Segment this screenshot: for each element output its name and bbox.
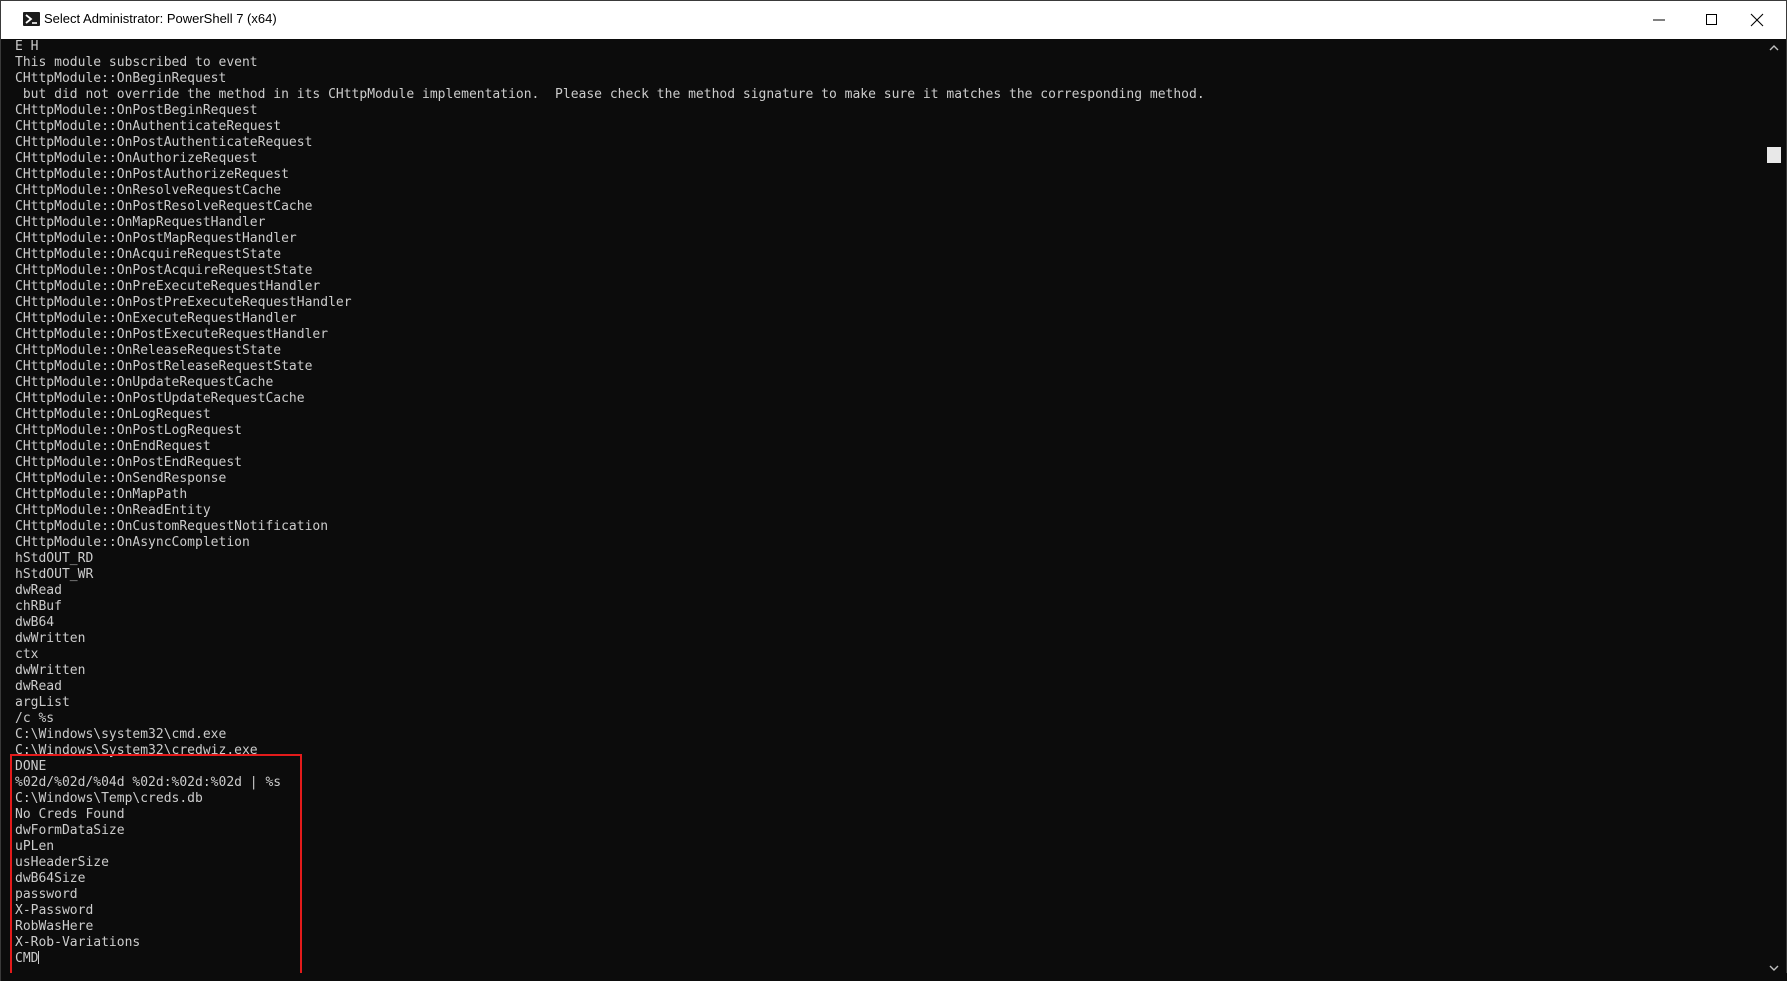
- console-line: password: [15, 887, 78, 902]
- console-line: CHttpModule::OnCustomRequestNotification: [15, 519, 329, 534]
- console-line: chRBuf: [15, 599, 62, 614]
- console-line: CMD: [15, 951, 40, 966]
- minimize-button[interactable]: [1636, 1, 1682, 39]
- console-line: CHttpModule::OnAsyncCompletion: [15, 535, 250, 550]
- console-line: CHttpModule::OnReleaseRequestState: [15, 343, 282, 358]
- console-line: CHttpModule::OnAuthorizeRequest: [15, 151, 258, 166]
- console-line: CHttpModule::OnMapPath: [15, 487, 188, 502]
- console-line: uPLen: [15, 839, 55, 854]
- maximize-icon: [1706, 14, 1717, 25]
- console-line: CHttpModule::OnPostReleaseRequestState: [15, 359, 313, 374]
- console-line: CHttpModule::OnPostAcquireRequestState: [15, 263, 313, 278]
- console-line: dwWritten: [15, 631, 86, 646]
- console-line: dwB64Size: [15, 871, 86, 886]
- console-lines: E H This module subscribed to event CHttpM…: [15, 39, 1205, 967]
- console-line: /c %s: [15, 711, 55, 726]
- console-line: CHttpModule::OnSendResponse: [15, 471, 227, 486]
- console-line: CHttpModule::OnAcquireRequestState: [15, 247, 282, 262]
- window-bottom-edge: [1, 973, 1787, 981]
- console-line: dwWritten: [15, 663, 86, 678]
- vertical-scrollbar[interactable]: [1763, 39, 1785, 973]
- console-line: CHttpModule::OnPostExecuteRequestHandler: [15, 327, 329, 342]
- close-icon: [1750, 13, 1764, 27]
- console-line: CHttpModule::OnReadEntity: [15, 503, 211, 518]
- close-button[interactable]: [1734, 1, 1780, 39]
- scrollbar-thumb[interactable]: [1767, 147, 1781, 163]
- console-line: X-Rob-Variations: [15, 935, 141, 950]
- console-line: CHttpModule::OnPostBeginRequest: [15, 103, 258, 118]
- console-line: CHttpModule::OnEndRequest: [15, 439, 211, 454]
- console-line: CHttpModule::OnPostMapRequestHandler: [15, 231, 297, 246]
- scroll-down-arrow[interactable]: [1767, 959, 1781, 971]
- console-line: CHttpModule::OnPostUpdateRequestCache: [15, 391, 305, 406]
- console-line: No Creds Found: [15, 807, 125, 822]
- maximize-button[interactable]: [1689, 1, 1735, 39]
- console-line: dwRead: [15, 583, 62, 598]
- console-line: CHttpModule::OnBeginRequest: [15, 71, 227, 86]
- console-line: CHttpModule::OnPostAuthenticateRequest: [15, 135, 313, 150]
- console-line: CHttpModule::OnResolveRequestCache: [15, 183, 282, 198]
- console-line: CHttpModule::OnPostPreExecuteRequestHand…: [15, 295, 352, 310]
- console-line: CHttpModule::OnPostResolveRequestCache: [15, 199, 313, 214]
- console-output[interactable]: E H This module subscribed to event CHttpM…: [1, 39, 1761, 973]
- console-line: C:\Windows\system32\cmd.exe: [15, 727, 227, 742]
- console-line: CHttpModule::OnUpdateRequestCache: [15, 375, 274, 390]
- console-line: CHttpModule::OnPostEndRequest: [15, 455, 242, 470]
- console-line: argList: [15, 695, 70, 710]
- console-line: CHttpModule::OnMapRequestHandler: [15, 215, 266, 230]
- console-line: hStdOUT_WR: [15, 567, 94, 582]
- powershell-icon[interactable]: [23, 12, 40, 26]
- console-line: CHttpModule::OnPostLogRequest: [15, 423, 242, 438]
- console-line: C:\Windows\Temp\creds.db: [15, 791, 203, 806]
- console-line: dwRead: [15, 679, 62, 694]
- console-line: C:\Windows\System32\credwiz.exe: [15, 743, 258, 758]
- console-line: but did not override the method in its C…: [15, 87, 1205, 102]
- console-line: CHttpModule::OnAuthenticateRequest: [15, 119, 282, 134]
- console-line: ctx: [15, 647, 39, 662]
- console-line: CHttpModule::OnLogRequest: [15, 407, 211, 422]
- console-line: dwB64: [15, 615, 55, 630]
- chevron-up-icon: [1769, 45, 1779, 51]
- console-line: CHttpModule::OnPostAuthorizeRequest: [15, 167, 289, 182]
- console-line: %02d/%02d/%04d %02d:%02d:%02d | %s: [15, 775, 282, 790]
- console-line: RobWasHere: [15, 919, 94, 934]
- window-title: Select Administrator: PowerShell 7 (x64): [44, 11, 277, 26]
- console-line: hStdOUT_RD: [15, 551, 94, 566]
- console-line: CHttpModule::OnPreExecuteRequestHandler: [15, 279, 321, 294]
- powershell-window: Select Administrator: PowerShell 7 (x64)…: [0, 0, 1787, 981]
- text-cursor: [38, 951, 40, 964]
- console-line: This module subscribed to event: [15, 55, 258, 70]
- console-line: dwFormDataSize: [15, 823, 125, 838]
- minimize-icon: [1653, 19, 1665, 21]
- console-line: DONE: [15, 759, 47, 774]
- title-bar[interactable]: Select Administrator: PowerShell 7 (x64): [1, 1, 1786, 39]
- scroll-up-arrow[interactable]: [1767, 39, 1781, 51]
- console-line: CHttpModule::OnExecuteRequestHandler: [15, 311, 297, 326]
- console-line: E H: [15, 39, 39, 54]
- console-line: usHeaderSize: [15, 855, 109, 870]
- console-line: X-Password: [15, 903, 94, 918]
